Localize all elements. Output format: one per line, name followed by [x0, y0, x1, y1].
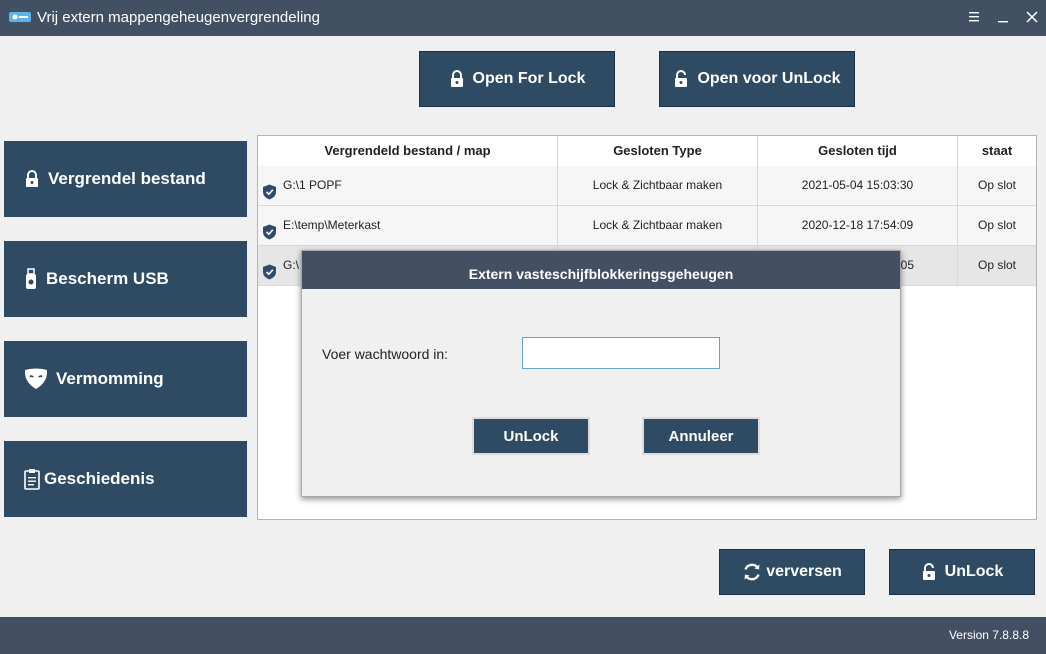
sidebar-item-label: Bescherm USB [46, 269, 169, 288]
column-header-status[interactable]: staat [958, 136, 1036, 166]
dialog-unlock-button[interactable]: UnLock [472, 417, 590, 455]
password-input[interactable] [522, 337, 720, 369]
column-header-path[interactable]: Vergrendeld bestand / map [258, 136, 558, 166]
lock-icon [449, 70, 465, 88]
sidebar-item-lock-file[interactable]: Vergrendel bestand [4, 141, 247, 217]
row-status: Op slot [977, 178, 1016, 192]
unlock-icon [921, 563, 937, 581]
unlock-label: UnLock [944, 563, 1004, 580]
column-header-type[interactable]: Gesloten Type [558, 136, 758, 166]
clipboard-icon [24, 468, 40, 490]
menu-icon[interactable] [963, 6, 985, 28]
close-icon[interactable] [1021, 6, 1043, 28]
row-status: Op slot [977, 218, 1016, 232]
refresh-icon [742, 562, 762, 582]
usb-icon [24, 268, 38, 290]
sidebar-item-history[interactable]: Geschiedenis [4, 441, 247, 517]
row-path: G:\1 POPF [283, 178, 342, 192]
mask-icon [24, 368, 48, 390]
refresh-button[interactable]: verversen [719, 549, 865, 595]
table-row[interactable]: G:\1 POPF Lock & Zichtbaar maken 2021-05… [258, 166, 1036, 206]
unlock-button[interactable]: UnLock [889, 549, 1035, 595]
status-bar: Version 7.8.8.8 [0, 617, 1046, 654]
sidebar-item-protect-usb[interactable]: Bescherm USB [4, 241, 247, 317]
usb-key-icon [8, 7, 32, 27]
open-for-lock-label: Open For Lock [472, 70, 586, 87]
title-bar: Vrij extern mappengeheugenvergrendeling [0, 0, 1046, 36]
table-header: Vergrendeld bestand / map Gesloten Type … [258, 136, 1036, 167]
open-for-unlock-button[interactable]: Open voor UnLock [659, 51, 855, 107]
row-type: Lock & Zichtbaar maken [558, 206, 758, 245]
unlock-icon [673, 70, 689, 88]
shield-icon [262, 217, 277, 245]
sidebar-item-label: Geschiedenis [44, 469, 155, 488]
row-time: 2021-05-04 15:03:30 [758, 166, 958, 205]
password-label: Voer wachtwoord in: [322, 346, 449, 362]
unlock-password-dialog: Extern vasteschijfblokkeringsgeheugen Vo… [301, 250, 901, 497]
table-row[interactable]: E:\temp\Meterkast Lock & Zichtbaar maken… [258, 206, 1036, 246]
sidebar-item-label: Vergrendel bestand [48, 169, 206, 188]
open-for-lock-button[interactable]: Open For Lock [419, 51, 615, 107]
minimize-icon[interactable] [992, 6, 1014, 28]
row-status: Op slot [977, 258, 1016, 272]
dialog-cancel-label: Annuleer [668, 427, 734, 445]
dialog-title: Extern vasteschijfblokkeringsgeheugen [302, 251, 900, 289]
shield-icon [262, 177, 277, 205]
sidebar-item-disguise[interactable]: Vermomming [4, 341, 247, 417]
row-path: G:\ [283, 258, 300, 272]
row-path: E:\temp\Meterkast [283, 218, 381, 232]
column-header-time[interactable]: Gesloten tijd [758, 136, 958, 166]
version-label: Version 7.8.8.8 [948, 628, 1029, 642]
refresh-label: verversen [766, 563, 842, 580]
dialog-unlock-label: UnLock [503, 427, 559, 445]
window-title: Vrij extern mappengeheugenvergrendeling [37, 9, 320, 26]
sidebar-item-label: Vermomming [56, 369, 164, 388]
row-type: Lock & Zichtbaar maken [558, 166, 758, 205]
shield-icon [262, 257, 277, 285]
lock-icon [24, 170, 40, 188]
dialog-cancel-button[interactable]: Annuleer [642, 417, 760, 455]
row-time: 2020-12-18 17:54:09 [758, 206, 958, 245]
open-for-unlock-label: Open voor UnLock [697, 70, 841, 87]
